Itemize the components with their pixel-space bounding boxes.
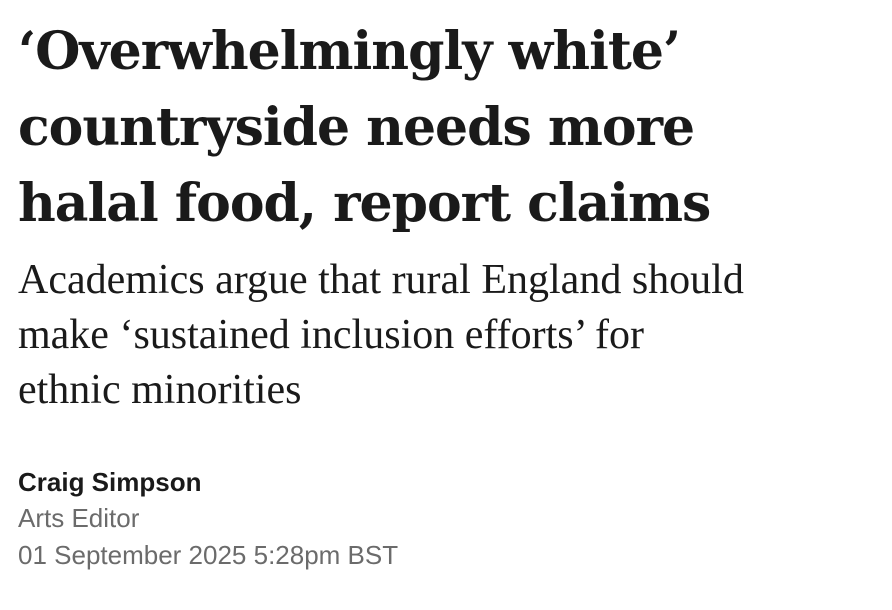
standfirst: Academics argue that rural England shoul…	[18, 253, 868, 418]
standfirst-line: make ‘sustained inclusion efforts’ for	[18, 312, 644, 358]
article-header: ‘Overwhelmingly white’ countryside needs …	[18, 0, 878, 574]
standfirst-line: ethnic minorities	[18, 367, 302, 413]
byline: Craig Simpson Arts Editor 01 September 2…	[18, 464, 878, 574]
headline: ‘Overwhelmingly white’ countryside needs …	[18, 0, 878, 242]
standfirst-line: Academics argue that rural England shoul…	[18, 257, 744, 303]
headline-line: ‘Overwhelmingly white’	[18, 21, 681, 82]
publish-timestamp: 01 September 2025 5:28pm BST	[18, 540, 399, 570]
headline-line: countryside needs more	[18, 97, 695, 158]
author-role: Arts Editor	[18, 503, 140, 533]
headline-line: halal food, report claims	[18, 173, 711, 234]
author-name-link[interactable]: Craig Simpson	[18, 464, 201, 500]
